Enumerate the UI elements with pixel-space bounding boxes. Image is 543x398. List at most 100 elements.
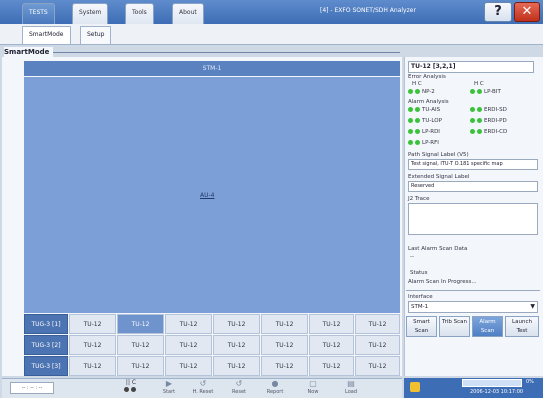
tu12-cell[interactable]: TU-12 <box>261 314 308 334</box>
tab-setup-label: Setup <box>87 31 105 38</box>
battery-indicator <box>462 379 522 387</box>
tu12-cell[interactable]: TU-12 <box>69 356 116 376</box>
led-label: LP-RFI <box>422 140 439 146</box>
reset-icon: ↺ <box>199 379 207 388</box>
row-head-tug3-3[interactable]: TUG-3 [3] <box>24 356 68 376</box>
tu12-cell[interactable]: TU-12 <box>309 314 354 334</box>
tab-tools-label: Tools <box>132 9 147 16</box>
reset-button[interactable]: ↺ Reset <box>226 379 252 398</box>
help-button[interactable]: ? <box>484 2 512 22</box>
tab-smartmode[interactable]: SmartMode <box>22 26 71 44</box>
tab-tests-label: TESTS <box>29 9 48 16</box>
tu12-cell[interactable]: TU-12 <box>213 335 260 355</box>
tu12-cell[interactable]: TU-12 <box>165 356 212 376</box>
led-label: LP-BIT <box>484 89 501 95</box>
tu12-cell[interactable]: TU-12 <box>213 356 260 376</box>
led-erdi-sd: ERDI-SD <box>470 107 507 113</box>
stm-header[interactable]: STM-1 <box>24 61 400 76</box>
error-analysis-title: Error Analysis <box>408 74 446 80</box>
start-button[interactable]: ▶ Start <box>156 379 182 398</box>
led-icon <box>415 129 420 134</box>
start-label: Start <box>162 389 176 395</box>
led-label: ERDI-CD <box>484 129 508 135</box>
play-icon: ▶ <box>165 379 173 388</box>
app-title: [4] - EXFO SONET/SDH Analyzer <box>320 7 416 14</box>
extended-signal-label-value: Reserved <box>408 181 538 192</box>
interface-select[interactable]: STM-1 ▼ <box>408 301 538 313</box>
row-head-tug3-2[interactable]: TUG-3 [2] <box>24 335 68 355</box>
hard-reset-label: H. Reset <box>192 389 214 395</box>
led-label: ERDI-SD <box>484 107 507 113</box>
tab-tests[interactable]: TESTS <box>22 3 55 24</box>
tu12-cell[interactable]: TU-12 <box>117 335 164 355</box>
led-lp-rfi: LP-RFI <box>408 140 439 146</box>
error-hc-label: H C <box>412 81 422 87</box>
tu12-cell-selected[interactable]: TU-12 <box>117 314 164 334</box>
tu12-cell[interactable]: TU-12 <box>69 335 116 355</box>
reset-icon: ↺ <box>235 379 243 388</box>
status-divider <box>406 290 540 291</box>
led-icon <box>131 387 136 392</box>
tu12-cell[interactable]: TU-12 <box>355 356 400 376</box>
tu12-cell[interactable]: TU-12 <box>309 335 354 355</box>
interface-title: Interface <box>408 294 433 300</box>
path-signal-label-value: Test signal, ITU-T O.181 specific map <box>408 159 538 170</box>
led-erdi-pd: ERDI-PD <box>470 118 507 124</box>
led-lp-rdi: LP-RDI <box>408 129 440 135</box>
reset-label: Reset <box>232 389 246 395</box>
tu12-cell[interactable]: TU-12 <box>117 356 164 376</box>
now-label: Now <box>307 389 319 395</box>
tu12-cell[interactable]: TU-12 <box>261 335 308 355</box>
tab-about-label: About <box>179 9 197 16</box>
led-icon <box>408 129 413 134</box>
led-icon <box>408 140 413 145</box>
close-button[interactable]: ✕ <box>514 2 540 22</box>
hard-reset-button[interactable]: ↺ H. Reset <box>190 379 216 398</box>
trib-scan-button[interactable]: Trib Scan <box>439 316 470 337</box>
led-icon <box>470 118 475 123</box>
led-icon <box>470 107 475 112</box>
tu12-cell[interactable]: TU-12 <box>69 314 116 334</box>
tab-tools[interactable]: Tools <box>125 3 154 24</box>
extended-signal-label-title: Extended Signal Label <box>408 174 470 180</box>
alarm-scan-label: Alarm Scan <box>479 319 496 334</box>
tu12-cell[interactable]: TU-12 <box>309 356 354 376</box>
led-tu-ais: TU-AIS <box>408 107 440 113</box>
smart-scan-button[interactable]: Smart Scan <box>406 316 437 337</box>
led-icon <box>415 107 420 112</box>
tab-system[interactable]: System <box>72 3 109 24</box>
report-label: Report <box>266 389 284 395</box>
tab-about[interactable]: About <box>172 3 204 24</box>
led-np2: NP-2 <box>408 89 435 95</box>
tu12-cell[interactable]: TU-12 <box>213 314 260 334</box>
alarm-scan-button[interactable]: Alarm Scan <box>472 316 503 337</box>
tab-setup[interactable]: Setup <box>80 26 112 44</box>
error-hc-label: H C <box>474 81 484 87</box>
led-icon <box>408 89 413 94</box>
led-tu-lop: TU-LOP <box>408 118 442 124</box>
j2-trace-box <box>408 203 538 235</box>
tu12-cell[interactable]: TU-12 <box>165 335 212 355</box>
tu12-cell[interactable]: TU-12 <box>261 356 308 376</box>
j2-trace-title: J2 Trace <box>408 196 430 202</box>
launch-test-label: Launch Test <box>512 319 532 334</box>
status-title: Status <box>410 270 428 276</box>
now-button[interactable]: ▢ Now <box>300 379 326 398</box>
launch-test-button[interactable]: Launch Test <box>505 316 539 337</box>
tu12-cell[interactable]: TU-12 <box>165 314 212 334</box>
row-head-tug3-1[interactable]: TUG-3 [1] <box>24 314 68 334</box>
led-icon <box>477 89 482 94</box>
chevron-down-icon: ▼ <box>530 303 535 310</box>
au-label[interactable]: AU-4 <box>200 192 214 199</box>
led-icon <box>477 107 482 112</box>
alarm-analysis-title: Alarm Analysis <box>408 99 449 105</box>
tu12-cell[interactable]: TU-12 <box>355 335 400 355</box>
document-icon: ▢ <box>309 379 317 388</box>
led-icon <box>124 387 129 392</box>
report-icon: ● <box>271 379 279 388</box>
report-button[interactable]: ● Report <box>262 379 288 398</box>
led-label: LP-RDI <box>422 129 440 135</box>
tu12-cell[interactable]: TU-12 <box>355 314 400 334</box>
load-button[interactable]: ▤ Load <box>338 379 364 398</box>
pause-leds: || C <box>118 379 144 397</box>
